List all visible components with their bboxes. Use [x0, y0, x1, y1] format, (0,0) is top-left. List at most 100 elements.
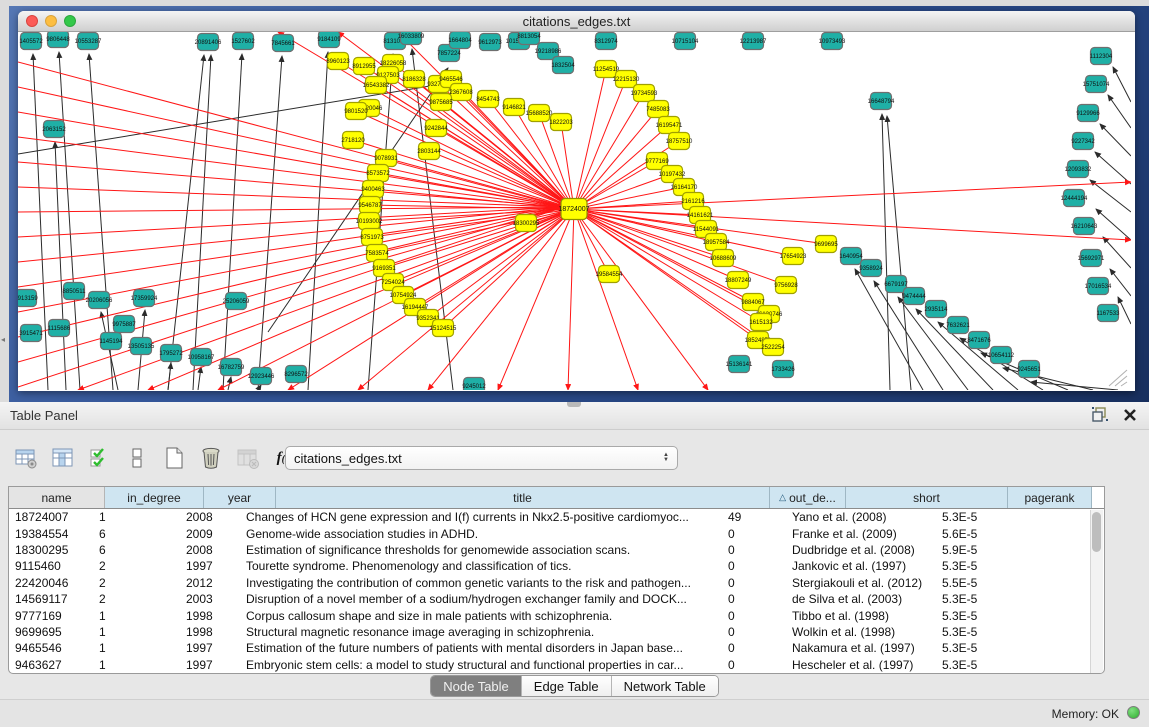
table-cell[interactable]: Nakamura et al. (1997) [786, 641, 936, 655]
network-node[interactable]: 1832504 [551, 57, 575, 74]
network-node[interactable]: 12213987 [740, 33, 767, 50]
table-cell[interactable]: 5.3E-5 [936, 609, 1008, 623]
table-cell[interactable]: Tourette syndrome. Phenomenology and cla… [240, 559, 722, 573]
table-row[interactable]: 946362711997Embryonic stem cells: a mode… [9, 657, 1104, 673]
table-cell[interactable]: 22420046 [9, 576, 93, 590]
splitter-handle[interactable] [567, 402, 581, 407]
network-node[interactable]: 9875685 [429, 94, 453, 111]
network-node[interactable]: 12444194 [1061, 190, 1088, 207]
table-cell[interactable]: 6 [93, 527, 180, 541]
network-node[interactable]: 9756928 [774, 277, 798, 294]
table-cell[interactable]: Investigating the contribution of common… [240, 576, 722, 590]
table-cell[interactable]: 1 [93, 609, 180, 623]
network-node[interactable]: 1405572 [19, 33, 43, 50]
network-node[interactable]: 20206056 [86, 292, 113, 309]
network-node[interactable]: 1640954 [839, 248, 863, 265]
network-window[interactable]: citations_edges.txt 14055729806448105532… [18, 11, 1135, 391]
network-node[interactable]: 9612973 [478, 34, 502, 51]
network-node[interactable]: 18807249 [725, 272, 752, 289]
table-cell[interactable]: 5.3E-5 [936, 510, 1008, 524]
table-row[interactable]: 977716911998Corpus callosum shape and si… [9, 607, 1104, 623]
table-row[interactable]: 2242004622012Investigating the contribut… [9, 575, 1104, 591]
table-header-row[interactable]: namein_degreeyeartitle△out_de...shortpag… [9, 487, 1104, 509]
network-node[interactable]: 1145194 [100, 333, 124, 350]
scrollbar-thumb[interactable] [1092, 512, 1101, 552]
table-selector-dropdown[interactable]: citations_edges.txt ▲▼ [285, 446, 678, 470]
network-node[interactable]: 9801520 [344, 103, 368, 120]
network-node[interactable]: 15751074 [1083, 76, 1110, 93]
network-node[interactable]: 16782759 [218, 359, 245, 376]
table-cell[interactable]: Embryonic stem cells: a model to study s… [240, 658, 722, 672]
table-cell[interactable]: 0 [722, 527, 786, 541]
network-node[interactable]: 7485083 [646, 101, 670, 118]
network-node[interactable]: 18957584 [703, 234, 730, 251]
network-node[interactable]: 2718120 [341, 132, 365, 149]
network-node[interactable]: 20891406 [195, 34, 222, 51]
network-node[interactable]: 2935114 [925, 301, 949, 318]
float-panel-icon[interactable] [1091, 406, 1109, 423]
table-cell[interactable]: 2009 [180, 527, 240, 541]
network-node[interactable]: 8751973 [360, 229, 384, 246]
table-cell[interactable]: 9465546 [9, 641, 93, 655]
show-columns-button[interactable] [49, 444, 77, 472]
column-header-title[interactable]: title [276, 487, 770, 508]
table-cell[interactable]: 0 [722, 658, 786, 672]
table-cell[interactable]: de Silva et al. (2003) [786, 592, 936, 606]
table-cell[interactable]: 9699695 [9, 625, 93, 639]
table-cell[interactable]: 0 [722, 609, 786, 623]
table-cell[interactable]: 0 [722, 625, 786, 639]
table-cell[interactable]: Estimation of the future numbers of pati… [240, 641, 722, 655]
network-node[interactable]: 9245651 [1017, 361, 1041, 378]
table-cell[interactable]: 1997 [180, 658, 240, 672]
network-node[interactable]: 16543382 [363, 77, 390, 94]
network-node[interactable]: 8186328 [402, 71, 426, 88]
network-node[interactable]: 15692971 [1078, 250, 1105, 267]
network-window-titlebar[interactable]: citations_edges.txt [18, 11, 1135, 32]
network-node[interactable]: 15688520 [526, 105, 553, 122]
table-cell[interactable]: Wolkin et al. (1998) [786, 625, 936, 639]
table-cell[interactable]: 18300295 [9, 543, 93, 557]
resize-grip-icon[interactable] [1103, 368, 1129, 388]
table-cell[interactable]: 18724007 [9, 510, 93, 524]
table-cell[interactable]: 0 [722, 592, 786, 606]
column-header-name[interactable]: name [9, 487, 105, 508]
network-node[interactable]: 1615132 [749, 314, 773, 331]
network-node[interactable]: 10193002 [356, 213, 383, 230]
column-header-short[interactable]: short [846, 487, 1008, 508]
network-node[interactable]: 1733426 [771, 361, 795, 378]
tab-network-table[interactable]: Network Table [612, 676, 718, 696]
table-cell[interactable]: 1 [93, 510, 180, 524]
table-cell[interactable]: Structural magnetic resonance image aver… [240, 625, 722, 639]
table-cell[interactable]: Changes of HCN gene expression and I(f) … [240, 510, 722, 524]
table-cell[interactable]: Corpus callosum shape and size in male p… [240, 609, 722, 623]
network-node[interactable]: 8454743 [476, 91, 500, 108]
network-node[interactable]: 1115686 [48, 320, 71, 337]
network-node[interactable]: 17359924 [131, 290, 158, 307]
table-cell[interactable]: 2 [93, 592, 180, 606]
network-node[interactable]: 2367608 [449, 84, 473, 101]
table-cell[interactable]: 5.9E-5 [936, 543, 1008, 557]
network-node[interactable]: 9975887 [112, 316, 136, 333]
network-node[interactable]: 15124515 [430, 320, 457, 337]
network-node[interactable]: 2522254 [761, 339, 785, 356]
column-header-out-de-[interactable]: △out_de... [770, 487, 846, 508]
network-node[interactable]: 7845661 [271, 35, 295, 52]
table-cell[interactable]: 49 [722, 510, 786, 524]
table-cell[interactable]: 2 [93, 576, 180, 590]
tab-node-table[interactable]: Node Table [431, 676, 522, 696]
network-node[interactable]: 8573572 [366, 165, 390, 182]
network-node[interactable]: 2803144 [417, 143, 441, 160]
table-row[interactable]: 1456911722003Disruption of a novel membe… [9, 591, 1104, 607]
network-node[interactable]: 16648794 [868, 93, 895, 110]
network-node[interactable]: 18724007 [558, 199, 589, 220]
table-cell[interactable]: Jankovic et al. (1997) [786, 559, 936, 573]
column-header-pagerank[interactable]: pagerank [1008, 487, 1092, 508]
network-node[interactable]: 9358924 [859, 260, 883, 277]
network-node[interactable]: 3915471 [19, 325, 43, 342]
table-cell[interactable]: 1 [93, 658, 180, 672]
network-node[interactable]: 16195471 [656, 117, 683, 134]
network-node[interactable]: 16033809 [398, 32, 425, 45]
network-node[interactable]: 9474444 [902, 288, 926, 305]
table-cell[interactable]: 9463627 [9, 658, 93, 672]
tab-edge-table[interactable]: Edge Table [522, 676, 612, 696]
